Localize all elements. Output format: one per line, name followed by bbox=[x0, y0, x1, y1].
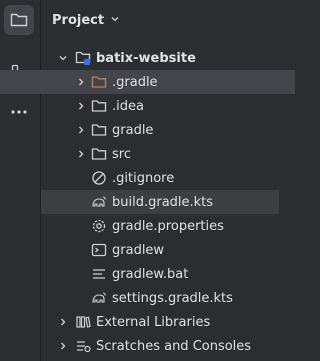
tree-item-label: .gradle bbox=[112, 74, 158, 90]
chevron-right-icon[interactable] bbox=[57, 316, 69, 328]
tree-item-gradle[interactable]: gradle bbox=[41, 118, 295, 142]
chevron-down-icon bbox=[110, 13, 120, 28]
tree-item-label: .gitignore bbox=[112, 170, 175, 186]
ignore-file-icon bbox=[91, 170, 107, 186]
more-horizontal-icon bbox=[10, 109, 28, 115]
chevron-down-icon[interactable] bbox=[57, 52, 69, 64]
text-file-icon bbox=[91, 266, 107, 282]
project-view-selector[interactable]: Project bbox=[52, 8, 120, 32]
tree-item-gradlew[interactable]: gradlew bbox=[41, 238, 295, 262]
tree-item-label: gradle.properties bbox=[112, 218, 224, 234]
tree-item-external-libraries[interactable]: External Libraries bbox=[41, 310, 295, 334]
tree-item-dot-idea[interactable]: .idea bbox=[41, 94, 295, 118]
tree-item-label: gradle bbox=[112, 122, 154, 138]
library-icon bbox=[75, 314, 91, 330]
tree-item-label: .idea bbox=[112, 98, 144, 114]
tree-item-scratches-and-consoles[interactable]: Scratches and Consoles bbox=[41, 334, 295, 358]
tree-item-label: gradlew.bat bbox=[112, 266, 189, 282]
chevron-right-icon[interactable] bbox=[75, 124, 87, 136]
more-tools-button[interactable] bbox=[4, 97, 34, 127]
activity-bar bbox=[0, 0, 41, 361]
tree-item-label: settings.gradle.kts bbox=[112, 290, 233, 306]
tree-item-label: Scratches and Consoles bbox=[96, 338, 252, 354]
tree-item-gradle-properties[interactable]: gradle.properties bbox=[41, 214, 295, 238]
module-folder-icon bbox=[75, 50, 91, 66]
tree-item-gitignore[interactable]: .gitignore bbox=[41, 166, 295, 190]
tree-item-label: build.gradle.kts bbox=[112, 194, 214, 210]
tree-root-label: batix-website bbox=[96, 50, 196, 66]
chevron-right-icon[interactable] bbox=[75, 76, 87, 88]
terminal-icon bbox=[91, 242, 107, 258]
tree-item-label: gradlew bbox=[112, 242, 165, 258]
scratches-icon bbox=[75, 338, 91, 354]
tree-item-label: src bbox=[112, 146, 131, 162]
gear-icon bbox=[91, 218, 107, 234]
folder-icon bbox=[91, 122, 107, 138]
tree-item-src[interactable]: src bbox=[41, 142, 295, 166]
tree-item-label: External Libraries bbox=[96, 314, 211, 330]
folder-icon bbox=[91, 146, 107, 162]
tree-item-build-gradle-kts[interactable]: build.gradle.kts bbox=[41, 190, 279, 214]
tree-item-gradlew-bat[interactable]: gradlew.bat bbox=[41, 262, 295, 286]
panel-title: Project bbox=[52, 12, 105, 28]
folder-icon bbox=[91, 74, 107, 90]
tree-item-settings-gradle-kts[interactable]: settings.gradle.kts bbox=[41, 286, 295, 310]
gradle-icon bbox=[91, 290, 107, 306]
folder-icon bbox=[10, 12, 28, 28]
project-panel: Project batix-website .gradle .idea grad… bbox=[0, 0, 295, 361]
project-tool-button[interactable] bbox=[4, 5, 34, 35]
folder-icon bbox=[91, 98, 107, 114]
gradle-icon bbox=[91, 194, 107, 210]
chevron-right-icon[interactable] bbox=[57, 340, 69, 352]
chevron-right-icon[interactable] bbox=[75, 148, 87, 160]
project-tree: batix-website .gradle .idea gradle src .… bbox=[0, 46, 295, 358]
tree-root-batix-website[interactable]: batix-website bbox=[41, 46, 295, 70]
chevron-right-icon[interactable] bbox=[75, 100, 87, 112]
tree-item-dot-gradle[interactable]: .gradle bbox=[0, 70, 295, 94]
